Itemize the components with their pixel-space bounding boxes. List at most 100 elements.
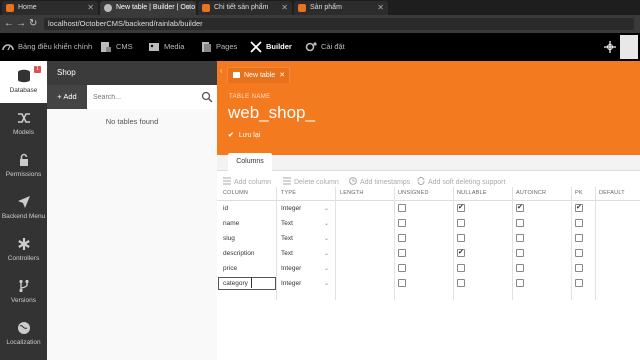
search-input[interactable] [87, 85, 217, 109]
browser-tab-product-detail[interactable]: Chi tiết sản phẩm ✕ [198, 1, 292, 15]
nullable-checkbox[interactable] [457, 279, 465, 287]
close-tab-icon[interactable]: ✕ [377, 1, 384, 15]
autoincr-checkbox[interactable] [516, 219, 524, 227]
nav-settings[interactable]: Cài đặt [305, 33, 345, 61]
type-select[interactable]: Integer [281, 265, 301, 272]
pages-icon [202, 42, 211, 53]
pk-checkbox[interactable] [575, 234, 583, 242]
tab-title: Home [18, 4, 37, 11]
unsigned-checkbox[interactable] [398, 234, 406, 242]
column-name-cell[interactable]: price [223, 265, 237, 272]
add-timestamps-button[interactable]: Add timestamps [349, 177, 410, 186]
browser-tab-home[interactable]: Home ✕ [2, 1, 98, 15]
nav-pages[interactable]: Pages [200, 33, 237, 61]
pk-checkbox[interactable] [575, 279, 583, 287]
sidebar-item-versions[interactable]: Versions [0, 271, 47, 313]
save-button[interactable]: ✔ Lưu lại [228, 131, 260, 139]
type-select[interactable]: Text [281, 220, 293, 227]
browser-tab-builder[interactable]: New table | Builder | Octo ✕ [100, 1, 196, 15]
sidebar-item-database[interactable]: Database 1 [0, 61, 47, 103]
nav-cms[interactable]: CMS [100, 33, 133, 61]
avatar[interactable] [620, 35, 638, 59]
unsigned-checkbox[interactable] [398, 219, 406, 227]
reload-icon[interactable]: ↻ [29, 18, 37, 30]
editor-tab-strip: ‹ New table ✕ [217, 61, 640, 83]
pk-checkbox[interactable] [575, 203, 583, 212]
add-soft-delete-button[interactable]: Add soft deleting support [417, 177, 505, 186]
header-nullable: NULLABLE [457, 190, 487, 196]
delete-column-button[interactable]: Delete column [283, 177, 339, 186]
dashboard-icon [2, 44, 14, 51]
tab-title: New table | Builder | Octo [116, 4, 196, 11]
unsigned-checkbox[interactable] [398, 264, 406, 272]
column-name-cell[interactable]: slug [223, 235, 235, 242]
nullable-checkbox[interactable] [457, 264, 465, 272]
table-row[interactable]: id Integer ⌄ [217, 201, 640, 216]
add-column-button[interactable]: Add column [223, 177, 271, 186]
back-icon[interactable]: ← [4, 18, 14, 30]
type-select[interactable]: Text [281, 250, 293, 257]
button-label: Add column [234, 179, 271, 186]
type-select[interactable]: Text [281, 235, 293, 242]
chevron-down-icon: ⌄ [324, 281, 330, 287]
type-select[interactable]: Integer [281, 205, 301, 212]
crosshair-icon [604, 41, 616, 54]
unsigned-checkbox[interactable] [398, 249, 406, 257]
header-pk: PK [575, 190, 583, 196]
nullable-checkbox[interactable] [457, 203, 465, 212]
chevron-down-icon: ⌄ [324, 266, 330, 272]
close-tab-icon[interactable]: ✕ [185, 1, 192, 15]
tab-columns[interactable]: Columns [228, 153, 272, 171]
autoincr-checkbox[interactable] [516, 203, 524, 212]
table-row[interactable]: description Text ⌄ [217, 246, 640, 261]
add-table-button[interactable]: + Add [47, 85, 87, 109]
search-icon[interactable] [201, 91, 213, 103]
autoincr-checkbox[interactable] [516, 264, 524, 272]
notification-badge: 1 [34, 66, 41, 73]
column-name-cell[interactable]: name [223, 220, 239, 227]
table-row[interactable]: price Integer ⌄ [217, 261, 640, 276]
column-name-cell[interactable]: description [223, 250, 254, 257]
type-select[interactable]: Integer [281, 280, 301, 287]
table-row[interactable]: slug Text ⌄ [217, 231, 640, 246]
pk-checkbox[interactable] [575, 249, 583, 257]
sidebar-item-label: Localization [6, 339, 41, 346]
text-cursor [251, 277, 252, 288]
close-tab-icon[interactable]: ✕ [279, 68, 285, 83]
move-icon[interactable] [604, 33, 620, 61]
browser-tab-products[interactable]: Sản phẩm ✕ [294, 1, 388, 15]
october-favicon-icon [298, 4, 306, 12]
autoincr-checkbox[interactable] [516, 249, 524, 257]
table-row[interactable]: category Integer ⌄ [217, 276, 640, 291]
editor-subtabs [217, 155, 640, 171]
close-tab-icon[interactable]: ✕ [87, 1, 94, 15]
tab-new-table[interactable]: New table ✕ [227, 67, 291, 83]
sidebar-item-models[interactable]: Models [0, 103, 47, 145]
pk-checkbox[interactable] [575, 219, 583, 227]
nullable-checkbox[interactable] [457, 234, 465, 242]
nav-label: Cài đặt [321, 42, 345, 51]
nav-dashboard[interactable]: Bảng điều khiển chính [2, 33, 92, 61]
unsigned-checkbox[interactable] [398, 204, 406, 212]
pk-checkbox[interactable] [575, 264, 583, 272]
nullable-checkbox[interactable] [457, 219, 465, 227]
sidebar-item-controllers[interactable]: Controllers [0, 229, 47, 271]
nav-builder[interactable]: Builder [250, 33, 292, 61]
collapse-icon[interactable]: ‹ [220, 68, 222, 75]
chevron-down-icon: ⌄ [324, 251, 330, 257]
close-tab-icon[interactable]: ✕ [281, 1, 288, 15]
forward-icon[interactable]: → [16, 18, 26, 30]
nullable-checkbox[interactable] [457, 248, 465, 257]
sidebar-item-localization[interactable]: Localization [0, 313, 47, 355]
sidebar-item-backend-menu[interactable]: Backend Menu [0, 187, 47, 229]
table-row[interactable]: name Text ⌄ [217, 216, 640, 231]
nav-media[interactable]: Media [148, 33, 184, 61]
unsigned-checkbox[interactable] [398, 279, 406, 287]
column-name-cell[interactable]: id [223, 205, 228, 212]
autoincr-checkbox[interactable] [516, 234, 524, 242]
table-name-input[interactable]: web_shop_ [228, 103, 315, 123]
sidebar-item-permissions[interactable]: Permissions [0, 145, 47, 187]
autoincr-checkbox[interactable] [516, 279, 524, 287]
column-name-input[interactable]: category [218, 277, 276, 290]
address-input[interactable]: localhost/OctoberCMS/backend/rainlab/bui… [44, 18, 634, 30]
